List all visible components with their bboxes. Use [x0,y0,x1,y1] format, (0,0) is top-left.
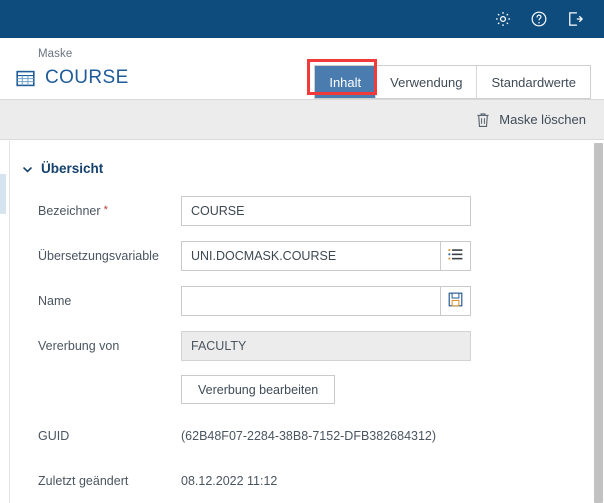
form-row-uebersetzungsvariable: Übersetzungsvariable [0,238,570,283]
edit-inheritance-button[interactable]: Vererbung bearbeiten [181,375,336,404]
delete-mask-button[interactable]: Maske löschen [476,112,604,128]
form-row-vererbung-von: Vererbung von [0,328,570,373]
label-vererbung-von: Vererbung von [38,339,120,353]
label-bezeichner-text: Bezeichner [38,204,101,218]
settings-icon[interactable] [494,10,512,28]
vertical-scrollbar-thumb[interactable] [594,143,603,503]
form-row-guid: GUID (62B48F07-2284-38B8-7152-DFB3826843… [0,418,570,463]
form-row-zuletzt-geaendert: Zuletzt geändert 08.12.2022 11:12 [0,463,570,503]
field-name [181,286,471,316]
field-bezeichner [181,196,471,226]
label-bezeichner: Bezeichner * [38,204,108,218]
delete-mask-label: Maske löschen [499,112,586,127]
logout-icon[interactable] [566,10,584,28]
content-area: Übersicht Bezeichner * Übersetzungsvaria… [0,141,604,503]
breadcrumb: Maske [38,48,73,60]
overview-form: Bezeichner * Übersetzungsvariable [0,193,570,503]
save-icon-button[interactable] [441,286,471,316]
form-row-bezeichner: Bezeichner * [0,193,570,238]
label-uebersetzungsvariable: Übersetzungsvariable [38,249,159,263]
name-input[interactable] [181,286,441,316]
tab-standardwerte[interactable]: Standardwerte [477,66,590,98]
form-row-vererbung-button: Vererbung bearbeiten [0,373,570,418]
top-bar-icon-group [494,10,604,28]
top-bar [0,0,604,38]
tab-inhalt[interactable]: Inhalt [315,66,377,98]
section-header-uebersicht[interactable]: Übersicht [22,161,103,176]
guid-value: (62B48F07-2284-38B8-7152-DFB382684312) [181,429,437,443]
label-guid: GUID [38,429,70,443]
uebersetzungsvariable-input[interactable] [181,241,441,271]
page-title: COURSE [45,67,129,88]
vererbung-von-input [181,331,471,361]
form-row-name: Name [0,283,570,328]
page-title-row: COURSE [16,67,129,89]
label-zuletzt-geaendert: Zuletzt geändert [38,474,129,488]
field-vererbung-von [181,331,471,361]
section-title: Übersicht [41,161,104,176]
bezeichner-input[interactable] [181,196,471,226]
action-bar: Maske löschen [0,100,604,140]
trash-icon [476,112,490,128]
save-icon [448,292,463,310]
field-uebersetzungsvariable [181,241,471,271]
required-marker: * [100,204,108,216]
page-header: Maske COURSE Inhalt Verwendung Standardw… [0,38,604,100]
table-icon [16,69,35,88]
list-icon-button[interactable] [441,241,471,271]
label-name: Name [38,294,72,308]
tab-verwendung[interactable]: Verwendung [376,66,478,98]
help-icon[interactable] [530,10,548,28]
chevron-down-icon [22,163,33,174]
vertical-scrollbar[interactable] [593,142,604,503]
list-icon [448,248,463,264]
zuletzt-geaendert-value: 08.12.2022 11:12 [181,474,278,488]
tab-bar: Inhalt Verwendung Standardwerte [314,65,591,99]
